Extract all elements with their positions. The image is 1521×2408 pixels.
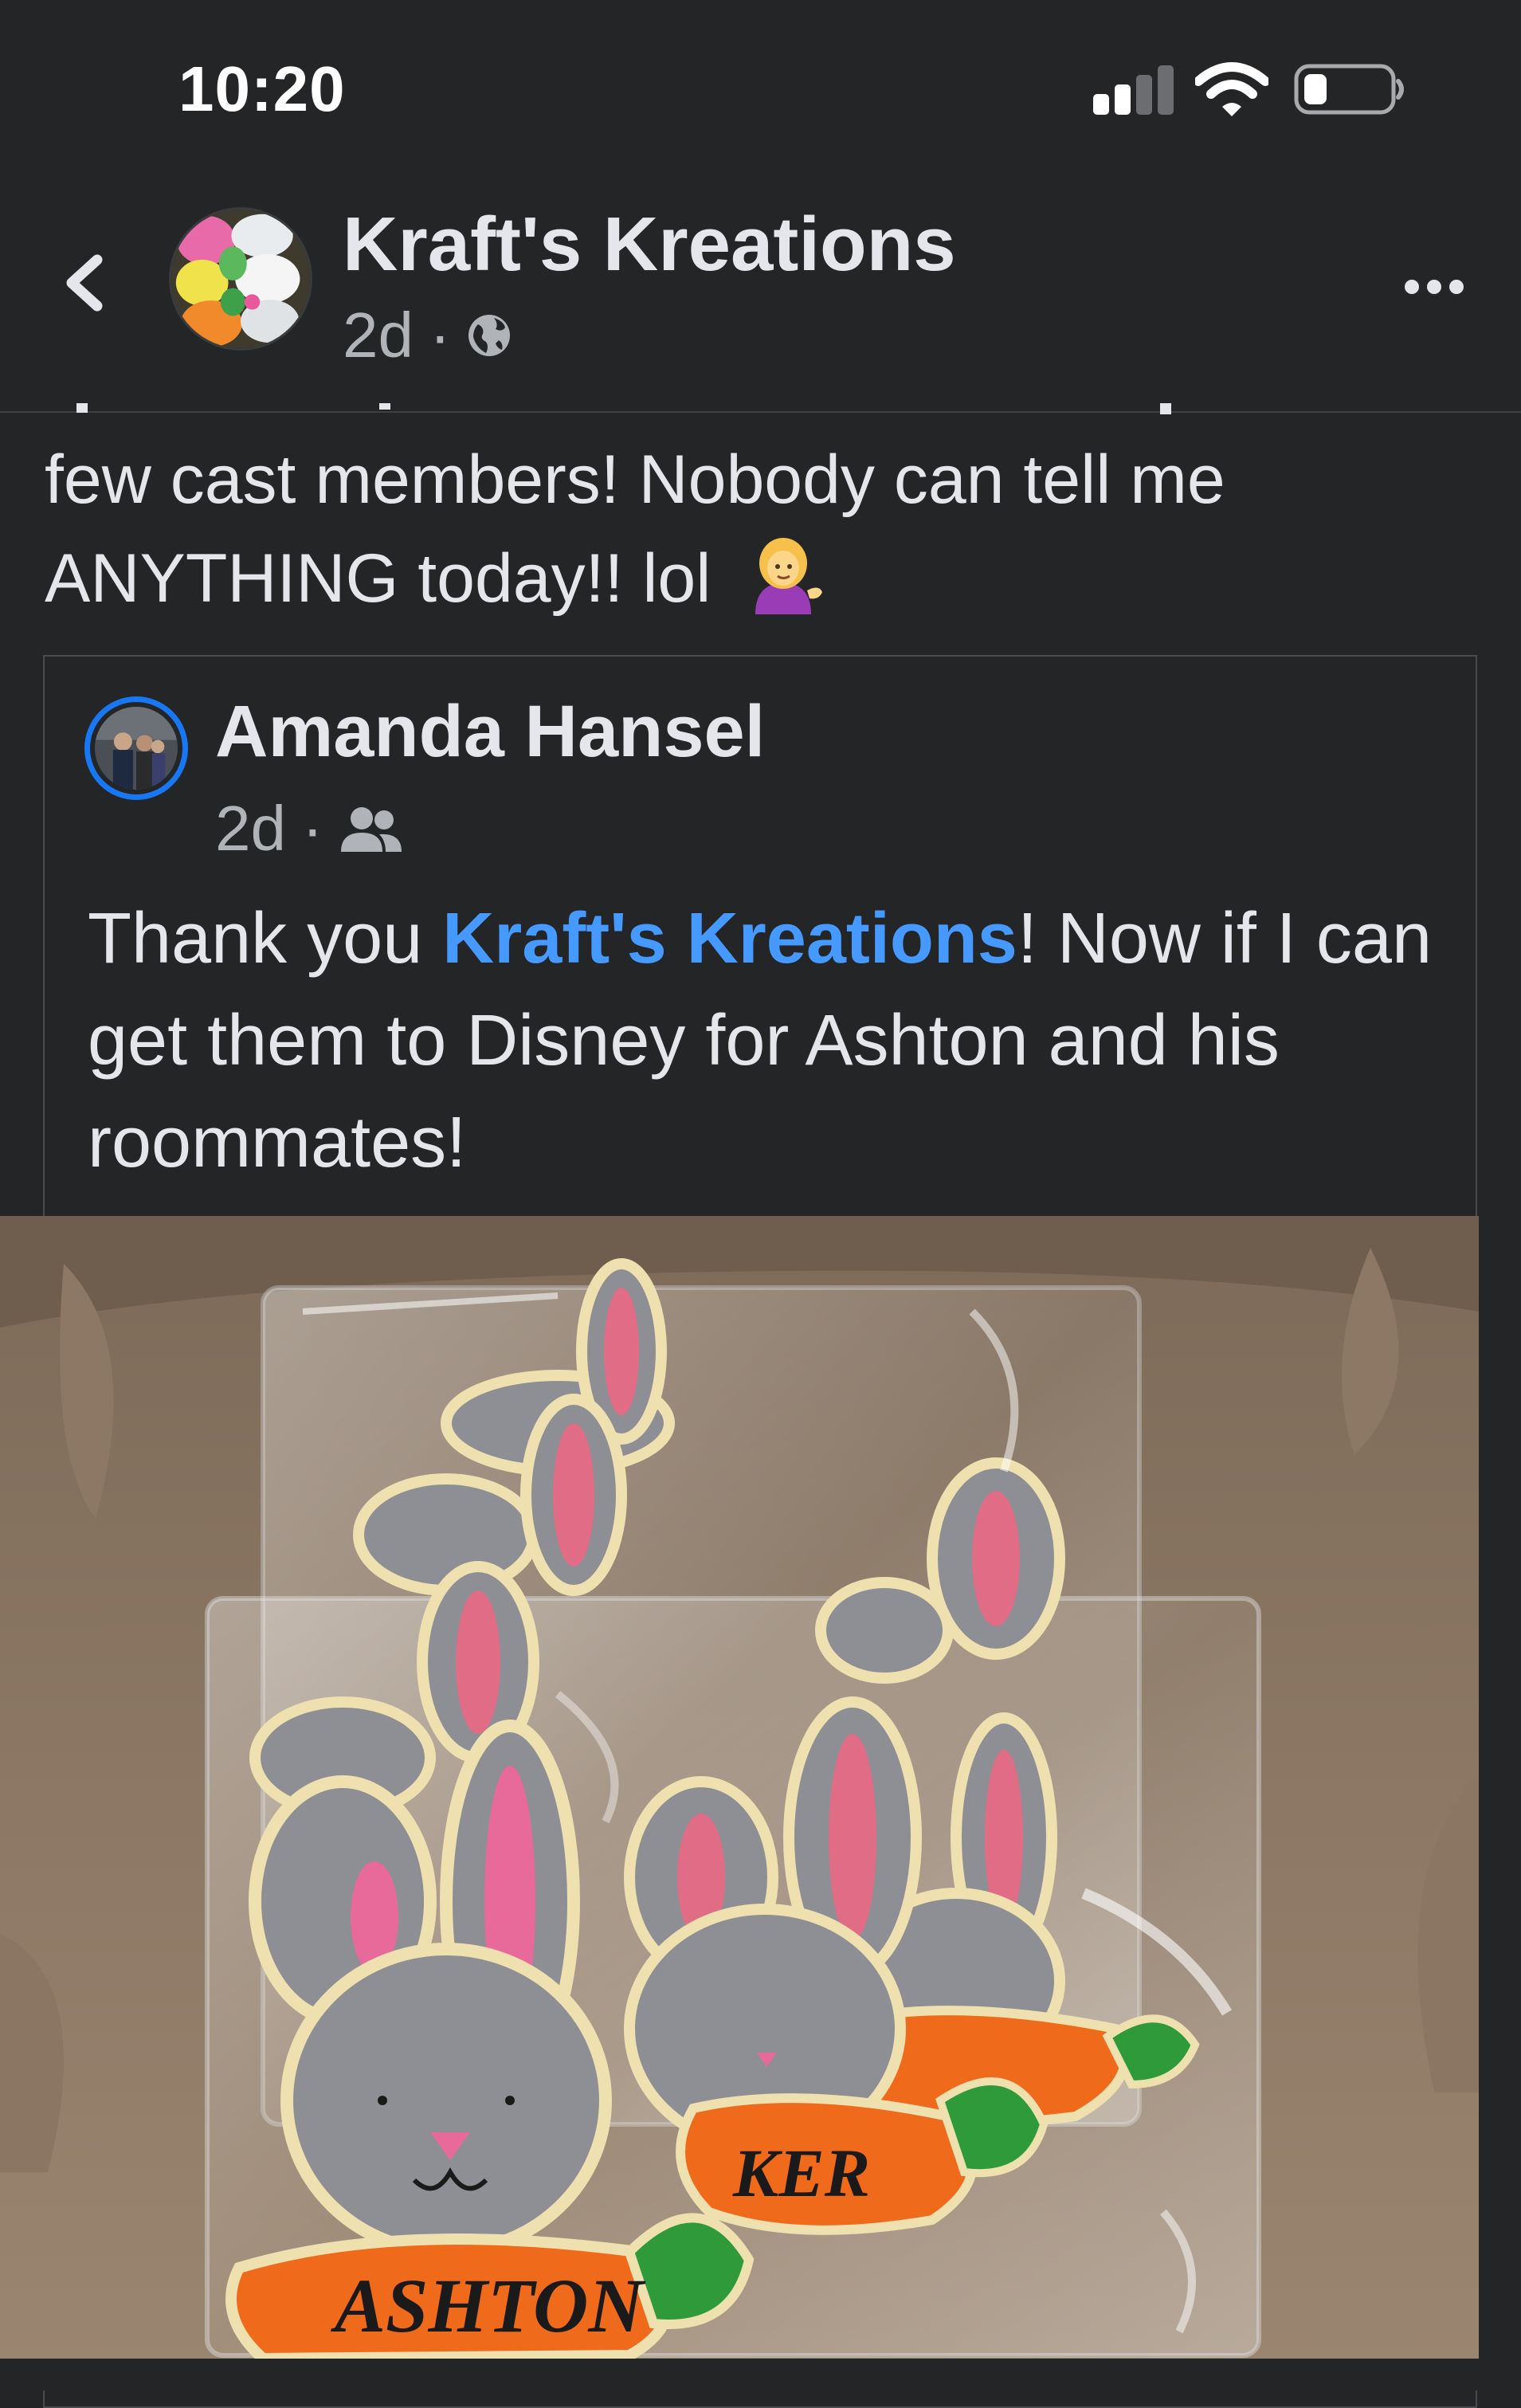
- cellular-signal-icon: [1093, 64, 1174, 115]
- chevron-left-icon[interactable]: [56, 239, 112, 327]
- wifi-icon: [1195, 62, 1268, 116]
- comment-meta: 2d ·: [215, 792, 403, 865]
- commenter-avatar[interactable]: [84, 696, 188, 800]
- profile-photo-image: [95, 707, 178, 790]
- post-meta: 2d ·: [343, 299, 512, 372]
- post-body: few cast members! Nobody can tell me ANY…: [45, 430, 1495, 628]
- woman-tipping-hand-emoji: [755, 538, 823, 614]
- bottom-strip: [0, 2359, 1521, 2390]
- page-name[interactable]: Kraft's Kreations: [343, 201, 956, 288]
- meta-separator: ·: [301, 793, 323, 864]
- cookie-collage-image: [171, 210, 310, 348]
- more-horizontal-icon[interactable]: [1402, 271, 1466, 303]
- clipped-text-line: [76, 403, 1171, 414]
- post-text-line: ANYTHING today!! lol: [45, 529, 1495, 628]
- commenter-name[interactable]: Amanda Hansel: [215, 690, 765, 774]
- bunny-cookies-photo: KER ASHTON: [0, 1216, 1479, 2359]
- battery-icon: [1294, 64, 1404, 115]
- comment-age[interactable]: 2d: [215, 792, 286, 865]
- post-age[interactable]: 2d: [343, 299, 414, 372]
- post-header: Kraft's Kreations 2d ·: [0, 183, 1521, 413]
- cookie-label-front: ASHTON: [331, 2263, 646, 2348]
- friends-icon: [340, 807, 402, 852]
- globe-icon: [468, 315, 510, 356]
- page-avatar[interactable]: [169, 207, 312, 351]
- meta-separator: ·: [429, 300, 451, 371]
- post-photo[interactable]: KER ASHTON: [0, 1216, 1479, 2359]
- page-mention-link[interactable]: Kraft's Kreations: [442, 899, 1017, 978]
- status-time: 10:20: [178, 53, 346, 124]
- post-text-line: few cast members! Nobody can tell me: [45, 441, 1225, 518]
- status-bar: 10:20: [0, 0, 1521, 183]
- comment-text: Thank you Kraft's Kreations! Now if I ca…: [88, 899, 1433, 1182]
- cookie-label-middle: KER: [732, 2135, 870, 2211]
